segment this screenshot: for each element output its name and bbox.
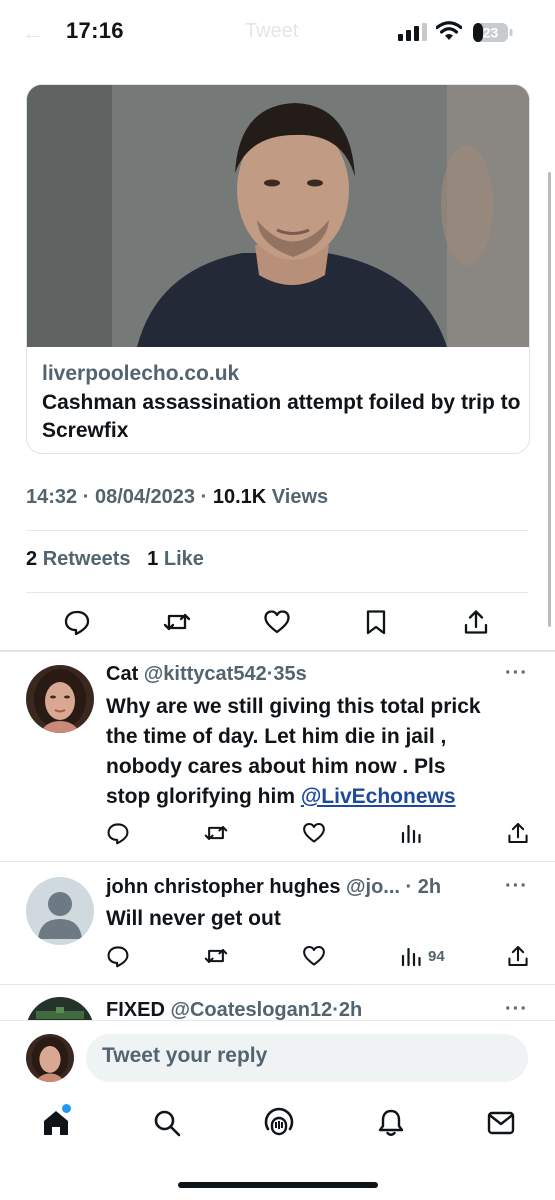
retweets-count: 2 (26, 548, 38, 570)
status-time: 17:16 (66, 18, 124, 43)
home-indicator (178, 1182, 378, 1188)
share-icon[interactable] (506, 944, 530, 968)
article-photo (27, 85, 529, 347)
my-avatar[interactable] (26, 1034, 74, 1082)
likes-label: Like (163, 548, 204, 570)
tweet-time: 14:32 (26, 486, 78, 508)
spaces-icon[interactable] (263, 1107, 295, 1139)
search-icon[interactable] (152, 1108, 182, 1138)
reply-partial: FIXED @Coateslogan12·2h ··· (0, 985, 555, 1020)
views-count: 94 (428, 948, 445, 965)
retweets-label: Retweets (42, 548, 131, 570)
reply-text-line: Will never get out (106, 907, 281, 930)
retweet-icon[interactable] (163, 608, 191, 636)
tweet-date: 08/04/2023 (94, 486, 196, 508)
reply-text: Will never get out (106, 904, 281, 934)
reply-text: Why are we still giving this total prick… (106, 692, 546, 812)
home-notification-dot (60, 1102, 73, 1115)
likes-link[interactable]: 1 Like (147, 548, 204, 570)
like-icon[interactable] (263, 608, 291, 636)
reply-text-line: stop glorifying him (106, 785, 301, 808)
reply-text-line: nobody cares about him now . Pls (106, 755, 446, 778)
meta-separator: · (82, 486, 90, 508)
reply-author-handle[interactable]: @jo... (346, 876, 400, 898)
reply-icon[interactable] (63, 608, 91, 636)
reply-text-line: the time of day. Let him die in jail , (106, 725, 447, 748)
tweet-stats: 2 Retweets 1 Like (26, 548, 204, 571)
views-label: Views (271, 486, 329, 508)
reply-author-name[interactable]: Cat (106, 663, 138, 685)
retweet-icon[interactable] (204, 944, 228, 968)
more-options-icon[interactable]: ··· (505, 662, 528, 685)
battery-level: 23 (483, 25, 499, 41)
avatar[interactable] (26, 665, 94, 733)
section-divider (0, 650, 555, 652)
views-count: 10.1K (212, 486, 267, 508)
views-icon[interactable] (400, 821, 424, 845)
messages-icon[interactable] (486, 1109, 516, 1137)
link-preview-card[interactable]: liverpoolecho.co.uk Cashman assassinatio… (26, 84, 530, 454)
reply-input[interactable]: Tweet your reply (86, 1034, 528, 1082)
faded-page-title: Tweet (245, 20, 299, 42)
notifications-icon[interactable] (376, 1108, 406, 1138)
share-icon[interactable] (506, 821, 530, 845)
retweets-link[interactable]: 2 Retweets (26, 548, 131, 570)
divider (0, 861, 555, 862)
more-options-icon[interactable]: ··· (505, 998, 528, 1020)
retweet-icon[interactable] (204, 821, 228, 845)
mention-link[interactable]: @LivEchonews (301, 785, 456, 808)
reply-author-handle[interactable]: @kittycat542 (144, 663, 267, 685)
reply-author-name[interactable]: FIXED (106, 999, 165, 1020)
bookmark-icon[interactable] (362, 608, 390, 636)
card-domain: liverpoolecho.co.uk (42, 362, 240, 385)
composer-divider (0, 1020, 555, 1021)
back-arrow-icon[interactable]: ← (22, 20, 44, 46)
card-title: Cashman assassination attempt foiled by … (42, 391, 521, 442)
default-avatar[interactable] (26, 877, 94, 945)
wifi-icon (435, 21, 463, 41)
battery-icon: 23 (472, 22, 514, 43)
cellular-signal-icon (398, 23, 428, 41)
reply-icon[interactable] (106, 944, 130, 968)
reply-time: 2h (417, 876, 442, 898)
reply-icon[interactable] (106, 821, 130, 845)
meta-separator: · (200, 486, 208, 508)
reply-header: Cat @kittycat542·35s (106, 663, 307, 685)
reply-time: 35s (273, 663, 307, 685)
tweet-metadata: 14:32 · 08/04/2023 · 10.1K Views (26, 486, 328, 509)
reply-time: 2h (338, 999, 363, 1020)
likes-count: 1 (147, 548, 159, 570)
reply-author-name[interactable]: john christopher hughes (106, 876, 340, 898)
divider (26, 530, 528, 531)
like-icon[interactable] (302, 944, 326, 968)
reply-header: john christopher hughes @jo... · 2h (106, 876, 442, 898)
divider (26, 592, 528, 593)
share-icon[interactable] (462, 608, 490, 636)
views-icon[interactable] (400, 944, 424, 968)
scrollbar[interactable] (548, 172, 551, 627)
reply-text-line: Why are we still giving this total prick (106, 695, 481, 718)
reply-header: FIXED @Coateslogan12·2h (106, 999, 363, 1020)
like-icon[interactable] (302, 821, 326, 845)
avatar[interactable] (26, 997, 94, 1020)
more-options-icon[interactable]: ··· (505, 875, 528, 898)
reply-author-handle[interactable]: @Coateslogan12 (170, 999, 332, 1020)
